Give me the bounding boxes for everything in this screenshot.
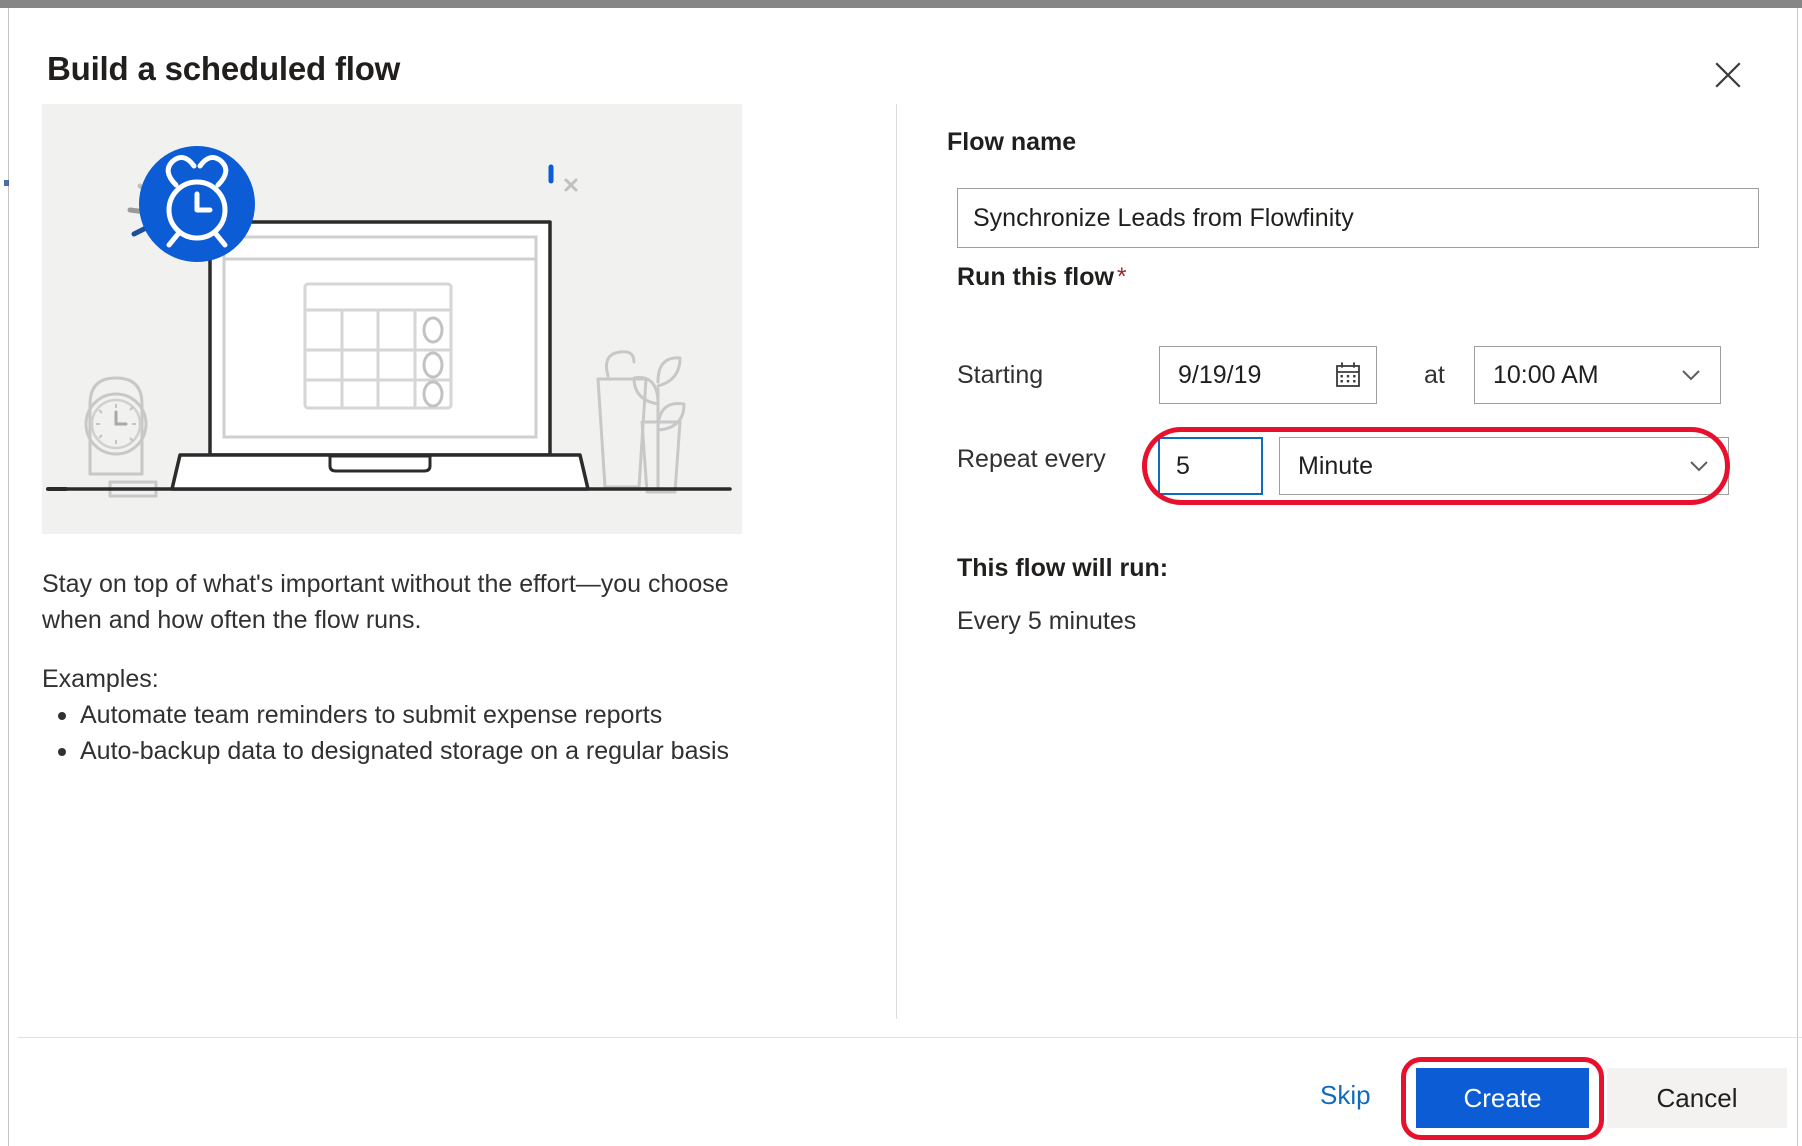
- repeat-interval-input[interactable]: [1158, 437, 1263, 495]
- summary-label: This flow will run:: [957, 554, 1169, 582]
- start-time-value: 10:00 AM: [1493, 360, 1599, 389]
- window-right-border: [1797, 8, 1798, 1146]
- summary-value: Every 5 minutes: [957, 607, 1137, 635]
- cancel-button[interactable]: Cancel: [1607, 1068, 1787, 1128]
- chevron-down-icon: [1686, 453, 1728, 479]
- close-button[interactable]: [1696, 44, 1760, 108]
- footer-divider: [18, 1037, 1802, 1038]
- dialog-title: Build a scheduled flow: [47, 50, 401, 87]
- skip-button[interactable]: Skip: [1320, 1080, 1371, 1111]
- at-label: at: [1424, 361, 1445, 389]
- flow-description: Stay on top of what's important without …: [42, 570, 729, 634]
- column-divider: [896, 104, 897, 1019]
- list-item: Auto-backup data to designated storage o…: [58, 734, 800, 768]
- starting-label: Starting: [957, 361, 1044, 389]
- chevron-down-icon: [1678, 362, 1720, 388]
- repeat-frequency-dropdown[interactable]: Minute: [1279, 437, 1729, 495]
- calendar-icon: [1334, 361, 1376, 389]
- run-this-flow-text: Run this flow: [957, 263, 1114, 291]
- required-asterisk: *: [1116, 263, 1127, 291]
- start-time-dropdown[interactable]: 10:00 AM: [1474, 346, 1721, 404]
- examples-label: Examples:: [42, 665, 159, 693]
- run-this-flow-label: Run this flow *: [957, 265, 1127, 290]
- repeat-frequency-value: Minute: [1298, 451, 1374, 480]
- start-date-picker[interactable]: 9/19/19: [1159, 346, 1377, 404]
- close-x-icon: [1713, 60, 1743, 93]
- flow-illustration-panel: [42, 104, 742, 534]
- create-button[interactable]: Create: [1416, 1068, 1589, 1128]
- build-scheduled-flow-dialog: Build a scheduled flow Stay on top of wh…: [9, 8, 1802, 1146]
- flow-name-label: Flow name: [947, 128, 1077, 156]
- start-date-value: 9/19/19: [1178, 360, 1262, 389]
- flow-name-input[interactable]: [957, 188, 1759, 248]
- window-top-chrome-bar: [0, 0, 1802, 8]
- repeat-every-label: Repeat every: [957, 445, 1106, 473]
- examples-list: Automate team reminders to submit expens…: [42, 698, 800, 770]
- list-item: Automate team reminders to submit expens…: [58, 698, 800, 732]
